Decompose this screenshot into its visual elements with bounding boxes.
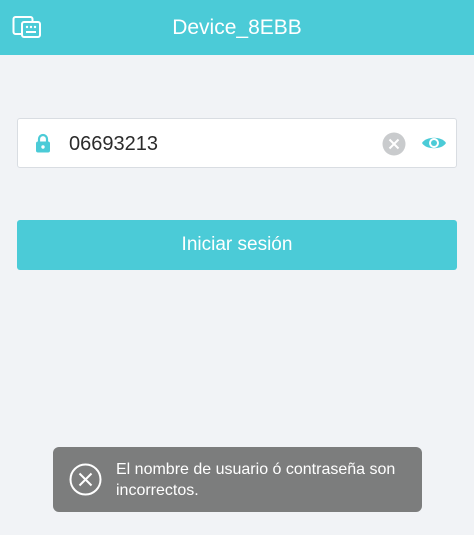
eye-icon[interactable] bbox=[421, 133, 447, 153]
error-icon bbox=[69, 463, 102, 496]
password-field[interactable]: 06693213 bbox=[17, 118, 457, 168]
clear-icon[interactable] bbox=[382, 132, 406, 156]
error-toast: El nombre de usuario ó contraseña son in… bbox=[53, 447, 422, 512]
lock-icon bbox=[35, 133, 51, 153]
password-input[interactable]: 06693213 bbox=[69, 119, 158, 169]
page-title: Device_8EBB bbox=[172, 16, 302, 39]
toast-message: El nombre de usuario ó contraseña son in… bbox=[116, 461, 396, 499]
app-header: Device_8EBB bbox=[0, 0, 474, 55]
login-button[interactable]: Iniciar sesión bbox=[17, 220, 457, 270]
